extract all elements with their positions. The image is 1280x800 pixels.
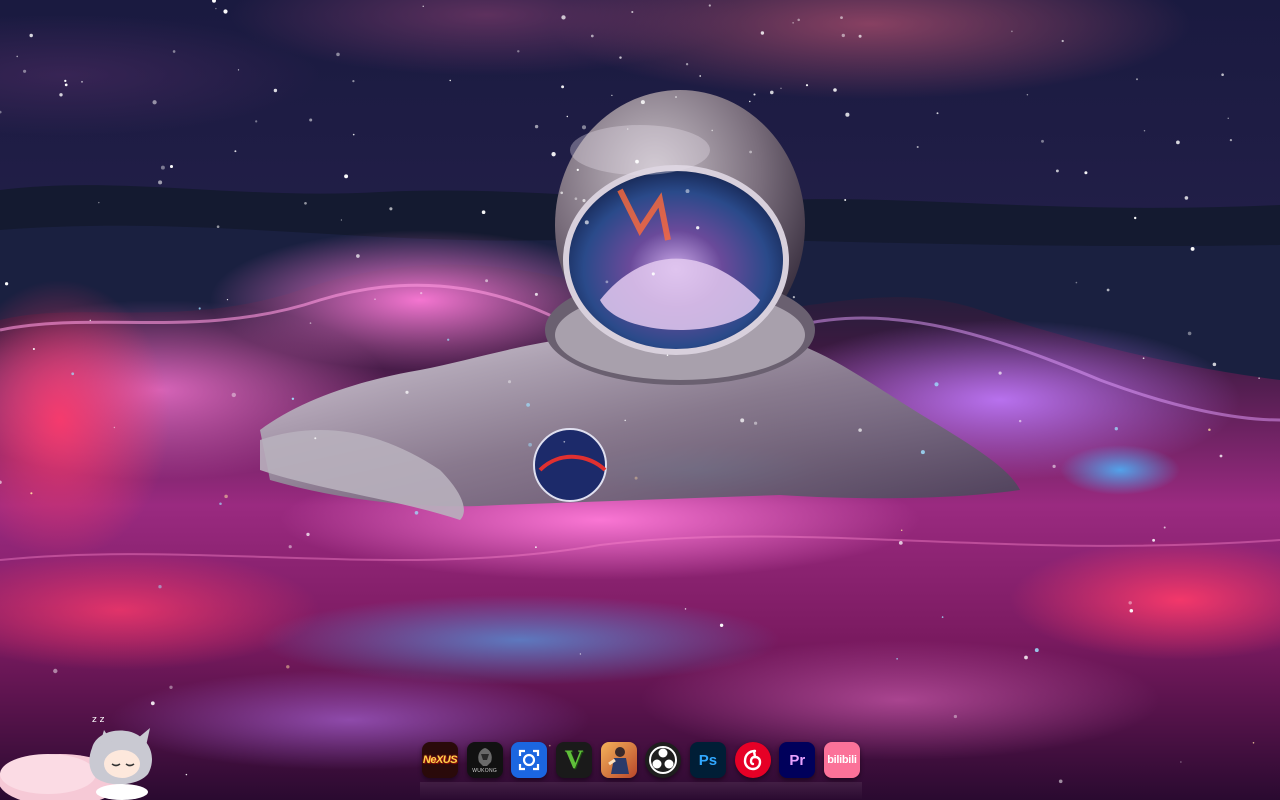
dock-reflection [420,782,862,800]
bilibili-icon: bilibili [827,754,857,766]
dock: NeXUS WUKONG V Ps Pr bilibili [422,739,860,781]
dock-app-premiere-pro[interactable]: Pr [779,742,816,778]
dock-app-bilibili[interactable]: bilibili [823,742,860,778]
dock-app-photoshop[interactable]: Ps [689,742,726,778]
desktop: z z NeXUS WUKONG V Ps Pr bilibili [0,0,1280,800]
premiere-pro-icon: Pr [789,751,806,769]
camera-icon [519,749,540,771]
wallpaper [0,0,1280,800]
dock-app-game[interactable] [600,742,637,778]
dock-app-screen-capture[interactable] [511,742,548,778]
dock-app-nexus[interactable]: NeXUS [422,742,458,778]
nexus-icon: NeXUS [422,754,458,766]
wukong-icon [477,748,492,766]
desktop-pet[interactable]: z z [0,708,160,800]
netease-music-icon [743,749,761,771]
dock-app-netease-music[interactable] [734,742,771,778]
dock-app-black-myth-wukong[interactable]: WUKONG [466,742,503,778]
sleeping-anime-girl-icon: z z [0,715,152,800]
dock-app-gta-v[interactable]: V [555,742,592,778]
gta-v-icon: V [564,745,584,774]
photoshop-icon: Ps [698,751,718,769]
game-character-icon [607,747,629,774]
svg-text:z z: z z [92,715,105,725]
obs-icon [649,746,678,774]
dock-app-obs-studio[interactable] [645,742,682,778]
